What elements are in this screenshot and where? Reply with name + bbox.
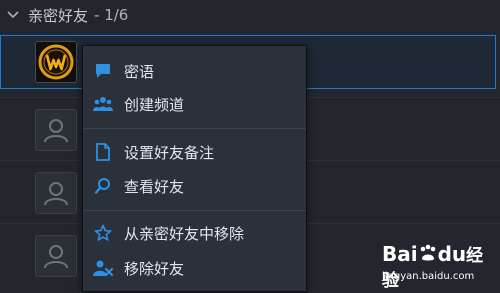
group-count: - 1/6 bbox=[94, 6, 129, 24]
menu-item-label: 查看好友 bbox=[124, 177, 185, 196]
avatar[interactable] bbox=[35, 172, 77, 214]
baidu-jingyan-watermark: Bai du经验 jingyan.baidu.com bbox=[382, 238, 500, 293]
document-icon bbox=[92, 141, 114, 163]
friend-context-menu: 密语 创建频道 设置好友备注 查看好友 从亲密好友中移除 移除好友 bbox=[82, 45, 307, 292]
menu-item-label: 设置好友备注 bbox=[124, 143, 215, 162]
magnifier-icon bbox=[92, 175, 114, 197]
chat-bubble-icon bbox=[92, 60, 114, 82]
menu-item-remove-close-friend[interactable]: 从亲密好友中移除 bbox=[83, 217, 306, 249]
watermark-url: jingyan.baidu.com bbox=[382, 271, 475, 282]
avatar[interactable] bbox=[35, 109, 77, 151]
remove-user-icon bbox=[92, 257, 114, 279]
avatar[interactable] bbox=[35, 235, 77, 277]
menu-item-create-channel[interactable]: 创建频道 bbox=[83, 88, 306, 120]
menu-item-whisper[interactable]: 密语 bbox=[83, 55, 306, 87]
menu-item-label: 移除好友 bbox=[124, 259, 185, 278]
menu-divider bbox=[83, 210, 306, 211]
watermark-brand: Bai du经验 bbox=[382, 242, 484, 291]
menu-item-view-friend[interactable]: 查看好友 bbox=[83, 170, 306, 202]
paw-icon bbox=[420, 244, 435, 261]
default-user-icon bbox=[44, 245, 68, 269]
group-users-icon bbox=[92, 93, 114, 115]
group-name: 亲密好友 bbox=[28, 6, 89, 25]
menu-item-label: 从亲密好友中移除 bbox=[124, 224, 245, 243]
wow-avatar[interactable] bbox=[35, 41, 77, 83]
menu-item-label: 创建频道 bbox=[124, 95, 185, 114]
friends-group-header[interactable]: 亲密好友 - 1/6 bbox=[0, 0, 500, 30]
menu-divider bbox=[83, 128, 306, 129]
chevron-down-icon bbox=[7, 11, 19, 19]
warcraft-logo-icon bbox=[38, 44, 74, 80]
star-icon bbox=[92, 222, 114, 244]
default-user-icon bbox=[44, 119, 68, 143]
default-user-icon bbox=[44, 182, 68, 206]
menu-item-remove-friend[interactable]: 移除好友 bbox=[83, 252, 306, 284]
menu-item-set-note[interactable]: 设置好友备注 bbox=[83, 136, 306, 168]
menu-item-label: 密语 bbox=[124, 62, 155, 81]
